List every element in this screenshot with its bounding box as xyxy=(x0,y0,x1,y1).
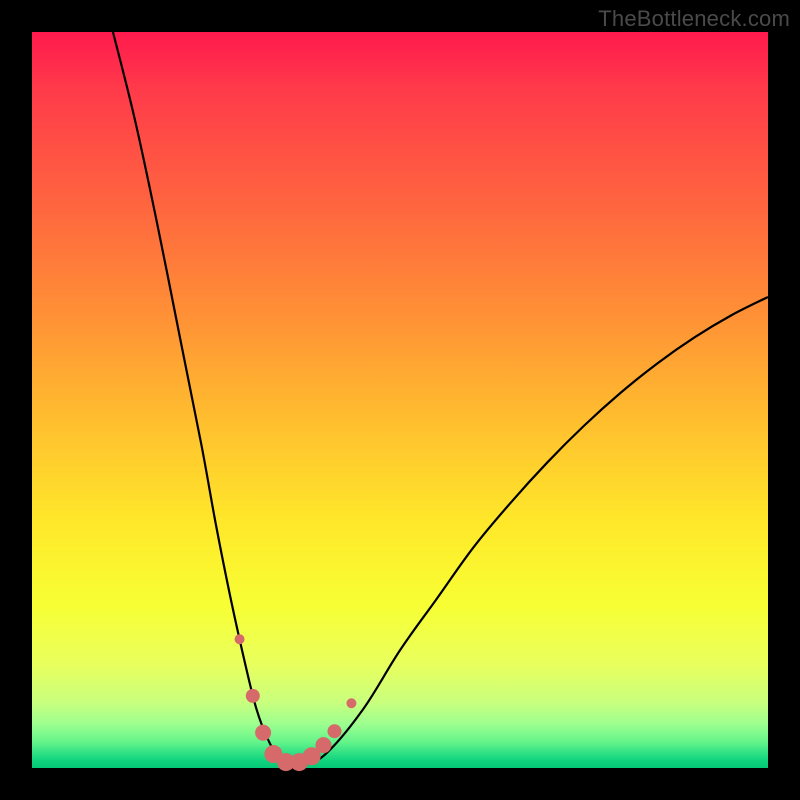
marker-group xyxy=(235,634,357,771)
marker-dot xyxy=(327,724,341,738)
plot-area xyxy=(32,32,768,768)
curve-svg xyxy=(32,32,768,768)
chart-frame: TheBottleneck.com xyxy=(0,0,800,800)
marker-dot xyxy=(346,698,356,708)
marker-dot xyxy=(255,725,271,741)
marker-dot xyxy=(315,737,331,753)
marker-dot xyxy=(235,634,245,644)
watermark-text: TheBottleneck.com xyxy=(598,6,790,32)
bottleneck-curve-path xyxy=(113,32,768,766)
marker-dot xyxy=(246,689,260,703)
